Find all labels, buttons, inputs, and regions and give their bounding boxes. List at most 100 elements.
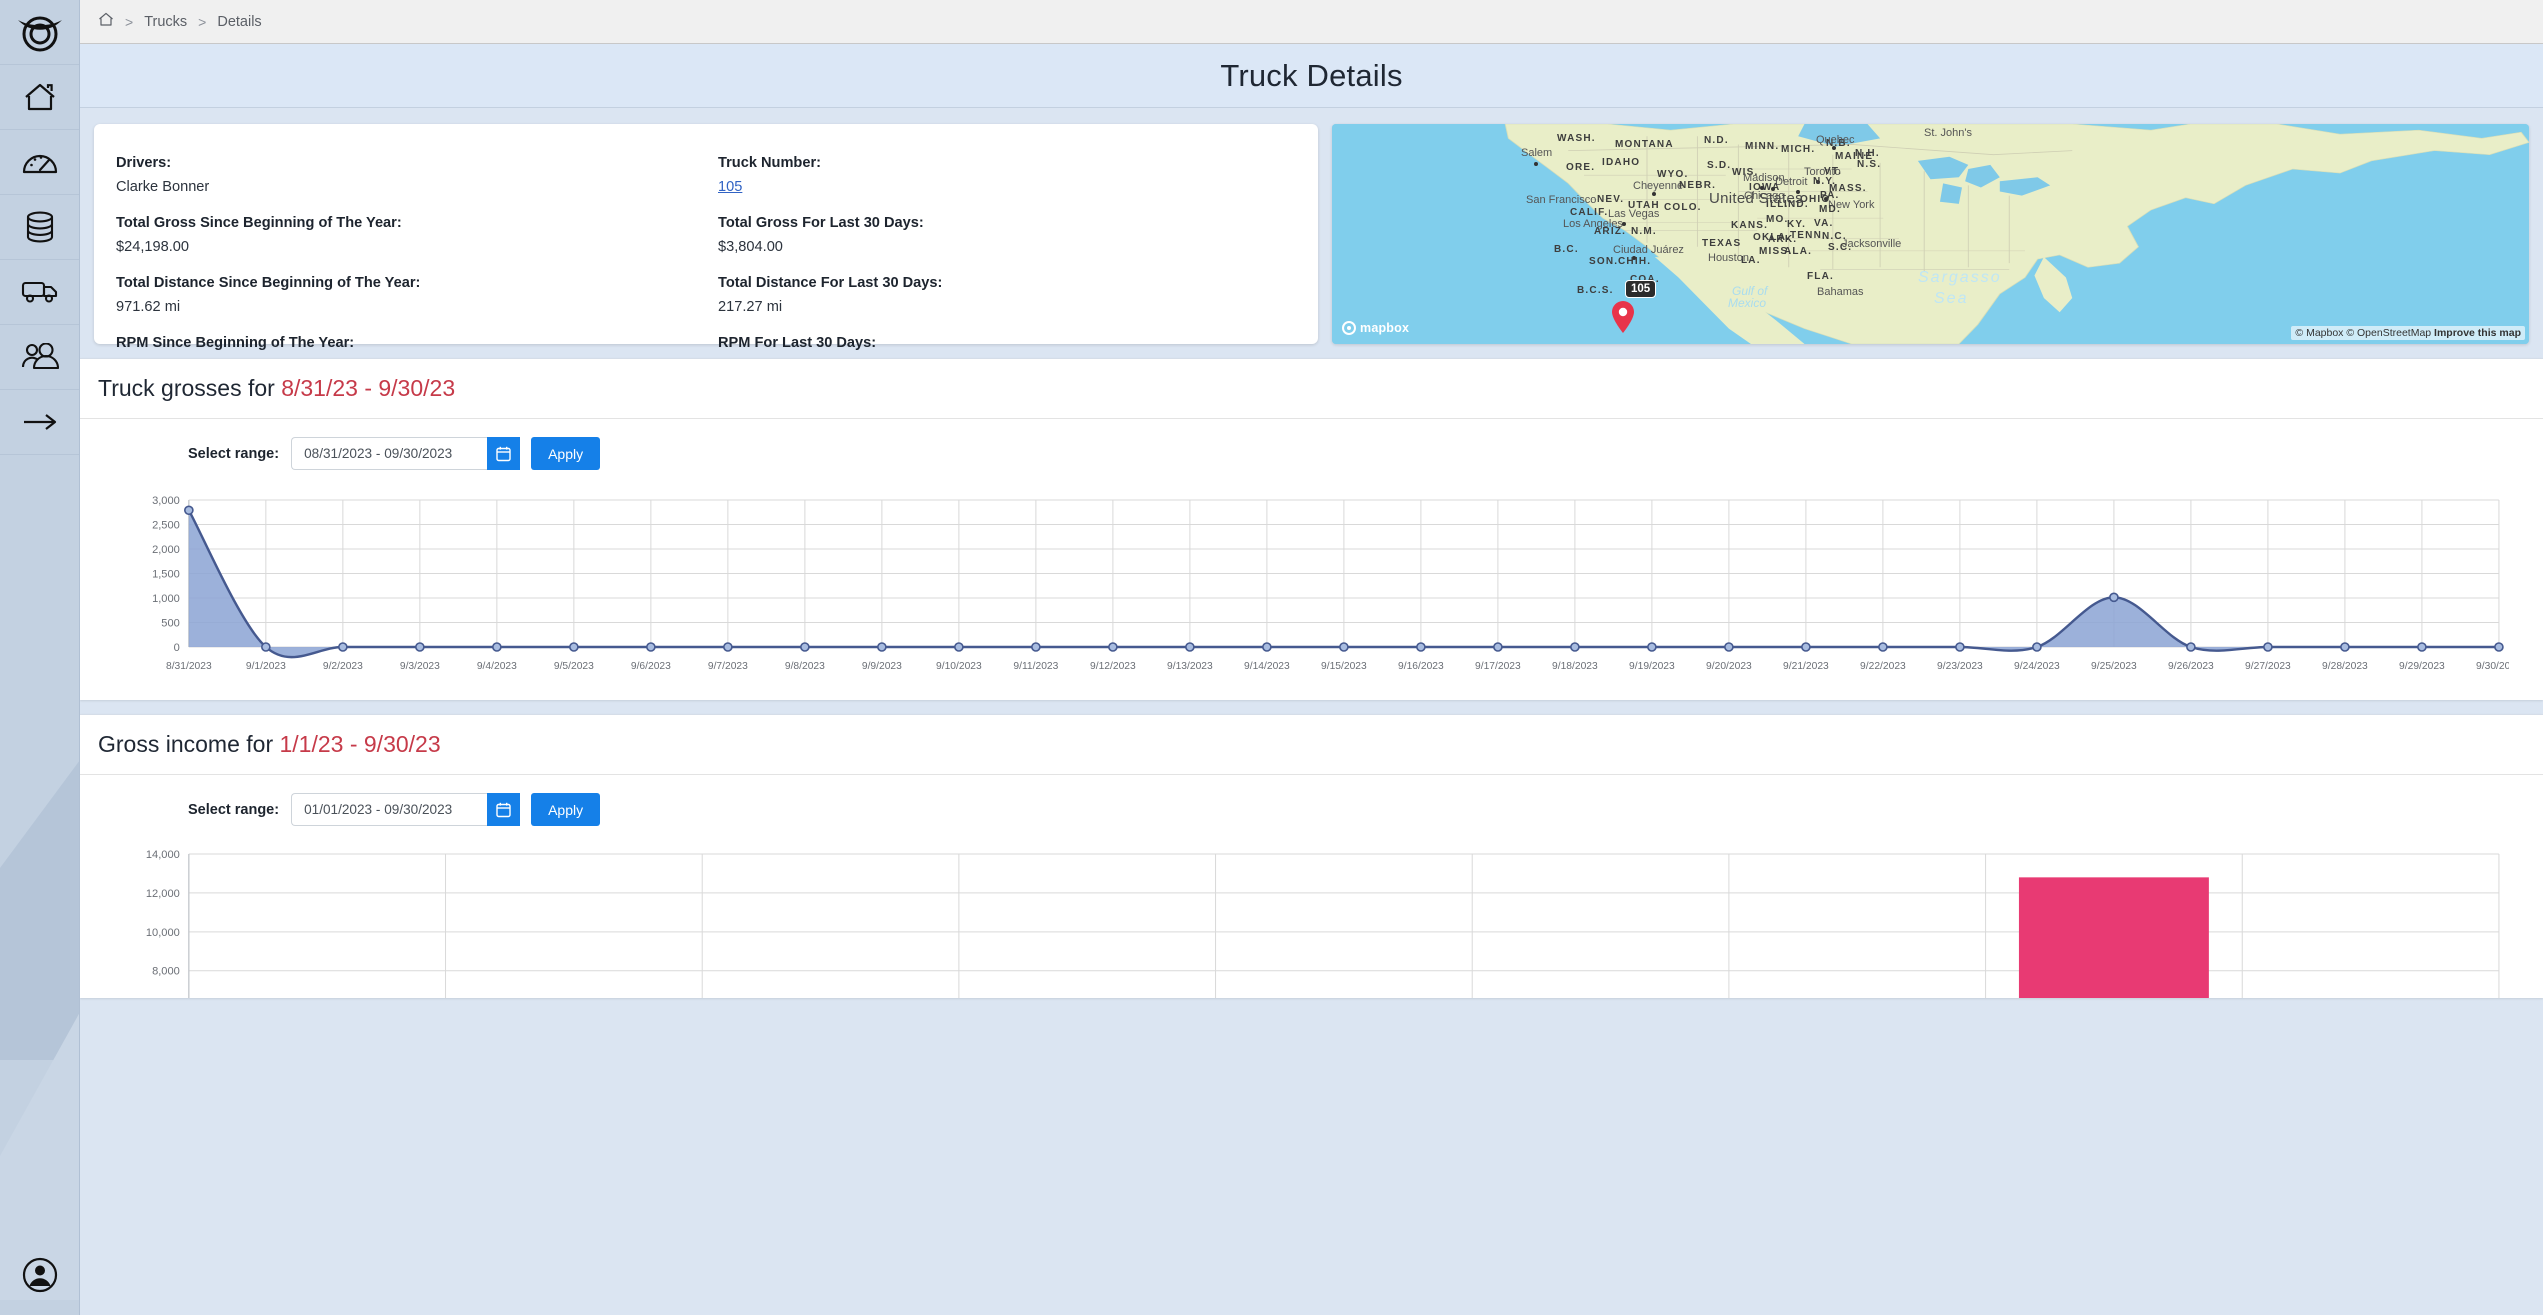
field-value: $24,198.00 [116, 237, 694, 257]
map-label-city: Salem [1521, 147, 1552, 159]
sidebar-item-home[interactable] [0, 65, 80, 130]
svg-text:9/26/2023: 9/26/2023 [2168, 661, 2214, 672]
map-attribution: © Mapbox © OpenStreetMap Improve this ma… [2291, 326, 2525, 340]
svg-text:3,000: 3,000 [152, 495, 180, 507]
svg-text:9/12/2023: 9/12/2023 [1090, 661, 1136, 672]
svg-text:9/1/2023: 9/1/2023 [246, 661, 286, 672]
map-truck-badge[interactable]: 105 [1625, 280, 1656, 298]
map-dot [1534, 162, 1538, 166]
sidebar-item-dashboard[interactable] [0, 130, 80, 195]
breadcrumb: > Trucks > Details [80, 0, 2543, 44]
field-label: Total Distance Since Beginning of The Ye… [116, 274, 694, 294]
truck-grosses-apply-button[interactable]: Apply [531, 437, 600, 470]
truck-grosses-date-range-input[interactable] [291, 437, 487, 470]
svg-text:9/24/2023: 9/24/2023 [2014, 661, 2060, 672]
svg-text:9/20/2023: 9/20/2023 [1706, 661, 1752, 672]
field-label: Drivers: [116, 154, 694, 174]
truck-grosses-svg: 05001,0001,5002,0002,5003,0008/31/20239/… [80, 492, 2509, 692]
map-label-gulf-2: Mexico [1728, 296, 1766, 310]
svg-text:9/29/2023: 9/29/2023 [2399, 661, 2445, 672]
sidebar-item-database[interactable] [0, 195, 80, 260]
map-location-pin-icon[interactable] [1610, 300, 1636, 334]
svg-text:9/13/2023: 9/13/2023 [1167, 661, 1213, 672]
mapbox-logo-text: mapbox [1360, 321, 1409, 335]
breadcrumb-home-icon[interactable] [98, 12, 114, 31]
field-value: Clarke Bonner [116, 177, 694, 197]
truck-grosses-title: Truck grosses for 8/31/23 - 9/30/23 [80, 359, 2543, 419]
info-column-right: Truck Number: 105 Total Gross For Last 3… [718, 154, 1296, 377]
sidebar-decorative-wave-1 [0, 760, 80, 1060]
svg-text:9/28/2023: 9/28/2023 [2322, 661, 2368, 672]
svg-text:9/15/2023: 9/15/2023 [1321, 661, 1367, 672]
map-label-state: NEV. [1597, 194, 1624, 205]
map-label-state: MO. [1766, 214, 1789, 225]
company-logo-icon[interactable] [0, 0, 80, 65]
calendar-icon [496, 802, 511, 818]
title-range: 8/31/23 - 9/30/23 [281, 375, 455, 401]
map-label-sea: Sargasso [1918, 269, 2002, 287]
field-truck-number: Truck Number: 105 [718, 154, 1296, 197]
svg-text:0: 0 [174, 642, 180, 654]
map-label-city: Jacksonville [1842, 238, 1901, 250]
map-label-state: ALA. [1784, 246, 1812, 257]
map-label-city: St. John's [1924, 127, 1972, 139]
truck-grosses-range-controls: Select range: Apply [80, 419, 2543, 482]
svg-text:9/2/2023: 9/2/2023 [323, 661, 363, 672]
mapbox-ring-icon [1342, 321, 1356, 335]
field-total-distance-30d: Total Distance For Last 30 Days: 217.27 … [718, 274, 1296, 317]
summary-row: Drivers: Clarke Bonner Total Gross Since… [80, 108, 2543, 344]
mapbox-logo[interactable]: mapbox [1342, 321, 1409, 335]
arrow-right-icon [21, 412, 59, 432]
map-label-state: SON. [1589, 256, 1618, 267]
sidebar-item-logout[interactable] [0, 390, 80, 455]
svg-text:9/3/2023: 9/3/2023 [400, 661, 440, 672]
svg-text:9/21/2023: 9/21/2023 [1783, 661, 1829, 672]
field-label: Total Distance For Last 30 Days: [718, 274, 1296, 294]
sidebar [0, 0, 80, 1315]
svg-text:9/16/2023: 9/16/2023 [1398, 661, 1444, 672]
gross-income-date-range-input[interactable] [291, 793, 487, 826]
gross-income-calendar-button[interactable] [487, 793, 520, 826]
svg-text:9/6/2023: 9/6/2023 [631, 661, 671, 672]
breadcrumb-item-trucks[interactable]: Trucks [144, 14, 187, 30]
svg-text:9/11/2023: 9/11/2023 [1013, 661, 1058, 672]
sidebar-item-trucks[interactable] [0, 260, 80, 325]
svg-text:9/5/2023: 9/5/2023 [554, 661, 594, 672]
home-icon [23, 82, 57, 112]
gross-income-range-controls: Select range: Apply [80, 775, 2543, 838]
truck-grosses-calendar-button[interactable] [487, 437, 520, 470]
map-label-city: San Francisco [1526, 194, 1596, 206]
truck-grosses-chart[interactable]: 05001,0001,5002,0002,5003,0008/31/20239/… [80, 482, 2543, 700]
truck-number-link[interactable]: 105 [718, 177, 1296, 197]
page-title: Truck Details [1220, 58, 1402, 94]
field-value: 971.62 mi [116, 297, 694, 317]
gross-income-chart[interactable]: 8,00010,00012,00014,000 [80, 838, 2543, 998]
field-total-gross-ytd: Total Gross Since Beginning of The Year:… [116, 214, 694, 257]
field-total-distance-ytd: Total Distance Since Beginning of The Ye… [116, 274, 694, 317]
svg-text:1,500: 1,500 [152, 569, 180, 581]
map-improve-link[interactable]: Improve this map [2434, 327, 2521, 339]
map-label-state: B.C. [1554, 244, 1579, 255]
map-label-state: CALIF. [1570, 207, 1608, 218]
truck-info-card: Drivers: Clarke Bonner Total Gross Since… [94, 124, 1318, 344]
sidebar-account-button[interactable] [0, 1235, 80, 1315]
svg-text:9/8/2023: 9/8/2023 [785, 661, 825, 672]
svg-text:9/18/2023: 9/18/2023 [1552, 661, 1598, 672]
truck-location-map[interactable]: WASH. MONTANA N.D. MINN. MICH. N.B. N.H.… [1332, 124, 2529, 344]
map-basemap [1332, 124, 2529, 344]
map-label-city: Quebec [1816, 134, 1855, 146]
range-label: Select range: [188, 802, 279, 818]
page-header: Truck Details [80, 44, 2543, 108]
svg-text:10,000: 10,000 [146, 927, 180, 939]
gross-income-apply-button[interactable]: Apply [531, 793, 600, 826]
svg-text:9/10/2023: 9/10/2023 [936, 661, 982, 672]
app-root: > Trucks > Details Truck Details Drivers… [0, 0, 2543, 1315]
breadcrumb-item-details[interactable]: Details [217, 14, 261, 30]
map-label-sea: Sea [1934, 290, 1968, 308]
calendar-icon [496, 446, 511, 462]
gross-income-panel: Gross income for 1/1/23 - 9/30/23 Select… [80, 714, 2543, 998]
field-drivers: Drivers: Clarke Bonner [116, 154, 694, 197]
map-label-state: WYO. [1657, 169, 1688, 180]
sidebar-item-drivers[interactable] [0, 325, 80, 390]
field-label: RPM Since Beginning of The Year: [116, 334, 694, 354]
